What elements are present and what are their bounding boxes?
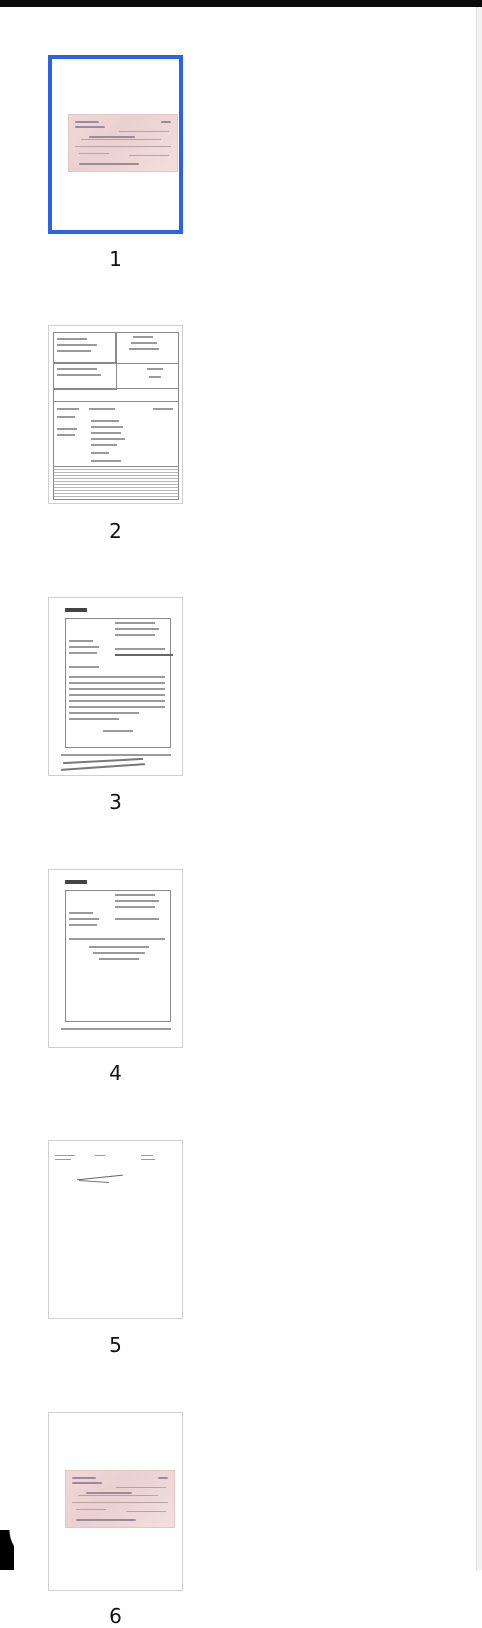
- check-image: [65, 1470, 175, 1528]
- page-thumbnail-5[interactable]: [48, 1140, 183, 1319]
- page-number-2: 2: [109, 519, 122, 543]
- page-thumbnail-6[interactable]: [48, 1412, 183, 1591]
- top-bar: [0, 0, 482, 7]
- page-number-3: 3: [109, 790, 122, 814]
- page-number-1: 1: [109, 247, 122, 271]
- page-number-6: 6: [109, 1604, 122, 1628]
- invoice-page-content: [59, 606, 177, 771]
- page-thumbnail-4[interactable]: [48, 869, 183, 1048]
- page-thumbnail-3[interactable]: [48, 597, 183, 776]
- page-number-4: 4: [109, 1061, 122, 1085]
- window-corner: [0, 1530, 14, 1570]
- vertical-scrollbar[interactable]: [476, 7, 482, 1570]
- page-thumbnail-1[interactable]: [48, 55, 183, 234]
- check-image: [68, 114, 178, 172]
- waybill-page-content: [53, 332, 179, 502]
- page-number-5: 5: [109, 1333, 122, 1357]
- page-thumbnails-panel: 1 2 3 4 5 6: [0, 7, 476, 1628]
- signature-page-content: [55, 1151, 175, 1191]
- page-thumbnail-2[interactable]: [48, 325, 183, 504]
- invoice-page-content: [59, 878, 177, 1043]
